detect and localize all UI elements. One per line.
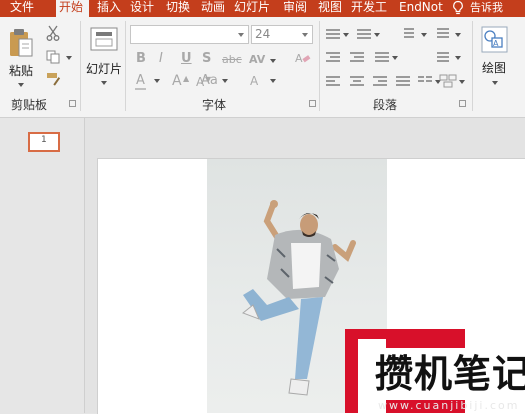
clipboard-launcher-icon[interactable] bbox=[69, 100, 76, 107]
justify-icon[interactable] bbox=[396, 75, 410, 87]
slide-number: 1 bbox=[41, 135, 47, 145]
grow-arrow-icon: ▲ bbox=[183, 74, 190, 83]
lightbulb-icon[interactable] bbox=[451, 0, 465, 16]
bullets-icon[interactable] bbox=[326, 28, 340, 40]
chevron-down-icon[interactable] bbox=[455, 33, 461, 37]
grow-font-button[interactable]: A bbox=[172, 74, 182, 88]
paragraph-group-label: 段落 bbox=[373, 98, 398, 112]
font-color-swatch bbox=[135, 88, 146, 90]
align-right-icon[interactable] bbox=[373, 75, 387, 87]
chevron-down-icon[interactable] bbox=[270, 79, 276, 83]
copy-icon[interactable] bbox=[46, 50, 60, 64]
smartart-icon[interactable] bbox=[439, 73, 457, 89]
drawing-dropdown-icon[interactable] bbox=[492, 81, 498, 85]
change-case-button[interactable]: Aa bbox=[201, 74, 218, 88]
svg-text:A: A bbox=[250, 74, 259, 88]
chevron-down-icon[interactable] bbox=[154, 79, 160, 83]
bold-button[interactable]: B bbox=[136, 52, 146, 66]
divider bbox=[80, 21, 81, 111]
ribbon-home: 粘贴 剪贴板 幻灯片 24 B I U S abc AV A A A ▲ A ▼ bbox=[0, 17, 525, 118]
format-painter-icon[interactable] bbox=[46, 72, 62, 87]
font-name-combobox[interactable] bbox=[130, 25, 249, 44]
paragraph-launcher-icon[interactable] bbox=[459, 100, 466, 107]
tab-slideshow[interactable]: 幻灯片 bbox=[231, 0, 273, 17]
decrease-indent-icon[interactable] bbox=[326, 51, 340, 63]
divider bbox=[319, 21, 320, 111]
divider bbox=[125, 21, 126, 111]
character-spacing-button[interactable]: AV bbox=[249, 53, 265, 67]
text-shadow-button[interactable]: S bbox=[202, 52, 211, 66]
new-slide-button[interactable]: 幻灯片 bbox=[86, 60, 122, 77]
clipboard-group-label: 剪贴板 bbox=[11, 98, 48, 112]
drawing-shapes-icon[interactable]: A bbox=[481, 26, 508, 53]
chevron-down-icon[interactable] bbox=[455, 56, 461, 60]
chevron-down-icon[interactable] bbox=[222, 79, 228, 83]
chevron-down-icon[interactable] bbox=[459, 80, 465, 84]
align-center-icon[interactable] bbox=[350, 75, 364, 87]
ribbon-tab-bar: 文件 开始 插入 设计 切换 动画 幻灯片 审阅 视图 开发工 EndNot 告… bbox=[0, 0, 525, 17]
align-left-icon[interactable] bbox=[326, 75, 340, 87]
chevron-down-icon[interactable] bbox=[270, 59, 276, 63]
clear-formatting-icon[interactable]: A bbox=[295, 51, 311, 65]
chevron-down-icon[interactable] bbox=[238, 33, 244, 37]
watermark-text: 攒机笔记 bbox=[375, 352, 525, 396]
paste-button[interactable]: 粘贴 bbox=[9, 62, 33, 79]
slide-thumbnail[interactable]: 1 bbox=[28, 132, 60, 152]
tab-review[interactable]: 审阅 bbox=[280, 0, 310, 17]
tab-transitions[interactable]: 切换 bbox=[163, 0, 193, 17]
text-direction-icon[interactable] bbox=[404, 27, 418, 39]
divider bbox=[472, 21, 473, 111]
italic-button[interactable]: I bbox=[159, 52, 163, 66]
chevron-down-icon[interactable] bbox=[421, 33, 427, 37]
font-group-label: 字体 bbox=[202, 98, 227, 112]
align-text-icon[interactable] bbox=[437, 51, 451, 63]
font-size-combobox[interactable]: 24 bbox=[251, 25, 313, 44]
font-color-button[interactable]: A bbox=[136, 74, 145, 88]
tell-me-label[interactable]: 告诉我 bbox=[470, 1, 503, 15]
columns-icon[interactable] bbox=[418, 75, 432, 87]
cut-icon[interactable] bbox=[46, 25, 60, 41]
underline-button[interactable]: U bbox=[181, 52, 192, 66]
tab-design[interactable]: 设计 bbox=[127, 0, 157, 17]
svg-text:A: A bbox=[493, 39, 499, 48]
copy-dropdown-icon[interactable] bbox=[66, 56, 72, 60]
watermark-url: www.cuanjibiji.com bbox=[378, 399, 520, 412]
chevron-down-icon[interactable] bbox=[374, 33, 380, 37]
new-slide-icon[interactable] bbox=[90, 27, 118, 51]
paste-dropdown-icon[interactable] bbox=[18, 83, 24, 87]
tab-insert[interactable]: 插入 bbox=[94, 0, 124, 17]
tab-home[interactable]: 开始 bbox=[56, 0, 89, 17]
strikethrough-button[interactable]: abc bbox=[222, 53, 242, 67]
chevron-down-icon[interactable] bbox=[302, 33, 308, 37]
tab-animations[interactable]: 动画 bbox=[198, 0, 228, 17]
tab-developer[interactable]: 开发工 bbox=[348, 0, 390, 17]
increase-indent-icon[interactable] bbox=[350, 51, 364, 63]
tab-file[interactable]: 文件 bbox=[7, 0, 37, 17]
new-slide-dropdown-icon[interactable] bbox=[101, 81, 107, 85]
highlight-icon[interactable]: A bbox=[249, 73, 265, 89]
tab-endnote[interactable]: EndNot bbox=[396, 0, 446, 17]
slide-thumbnail-pane bbox=[0, 118, 85, 413]
font-launcher-icon[interactable] bbox=[309, 100, 316, 107]
chevron-down-icon[interactable] bbox=[392, 56, 398, 60]
line-spacing-icon[interactable] bbox=[437, 27, 451, 39]
chevron-down-icon[interactable] bbox=[343, 33, 349, 37]
drawing-button[interactable]: 绘图 bbox=[482, 59, 506, 76]
line-spacing-list-icon[interactable] bbox=[375, 51, 389, 63]
paste-icon[interactable] bbox=[8, 27, 34, 59]
numbering-icon[interactable] bbox=[357, 28, 371, 40]
svg-text:A: A bbox=[295, 52, 303, 65]
tab-view[interactable]: 视图 bbox=[315, 0, 345, 17]
